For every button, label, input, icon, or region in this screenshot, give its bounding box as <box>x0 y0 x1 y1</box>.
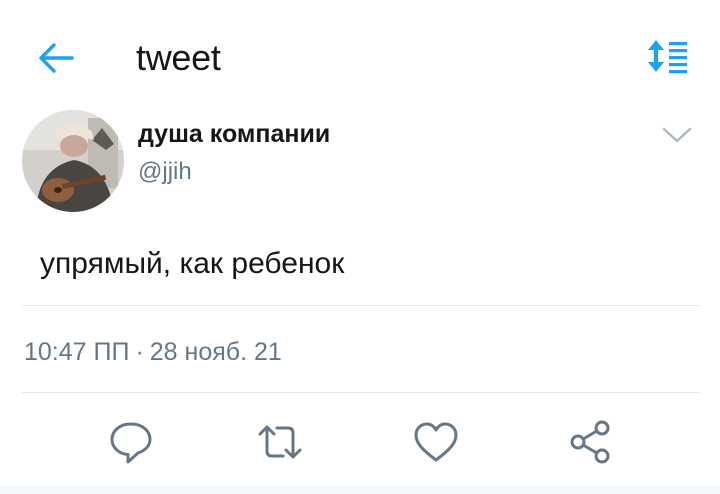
share-icon <box>570 420 610 464</box>
tweet-date: 28 нояб. 21 <box>149 338 282 366</box>
avatar-photo <box>22 110 124 212</box>
page-title: tweet <box>136 37 221 78</box>
bottom-edge <box>0 486 720 494</box>
arrow-left-icon <box>39 43 74 73</box>
sort-list-icon <box>648 40 687 74</box>
like-icon <box>414 422 458 462</box>
timestamp-separator: · <box>135 338 144 366</box>
divider <box>22 392 700 393</box>
share-button[interactable] <box>566 418 614 466</box>
back-button[interactable] <box>34 38 78 78</box>
retweet-icon <box>258 425 302 459</box>
reply-button[interactable] <box>107 418 155 466</box>
tweet-timestamp: 10:47 ПП · 28 нояб. 21 <box>24 335 282 369</box>
sort-button[interactable] <box>644 36 692 76</box>
more-options-button[interactable] <box>660 122 694 148</box>
tweet-time: 10:47 ПП <box>24 338 130 366</box>
divider <box>22 305 700 306</box>
author-name[interactable]: душа компании <box>138 118 330 150</box>
avatar[interactable] <box>22 110 124 212</box>
like-button[interactable] <box>412 418 460 466</box>
chevron-down-icon <box>662 127 692 143</box>
retweet-button[interactable] <box>256 418 304 466</box>
author-handle[interactable]: @jjih <box>138 156 192 188</box>
tweet-text: упрямый, как ребенок <box>40 247 345 280</box>
top-app-bar: tweet <box>0 0 720 112</box>
reply-icon <box>110 422 152 464</box>
